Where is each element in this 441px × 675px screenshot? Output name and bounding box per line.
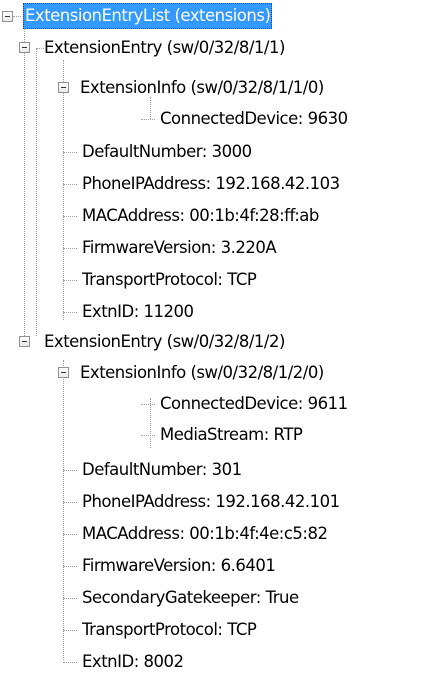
tree-node-extension-entry-1[interactable]: ExtensionEntry (sw/0/32/8/1/1) [42, 35, 287, 61]
tree-node-firmware-version-1[interactable]: FirmwareVersion: 3.220A [80, 235, 278, 261]
tree-connector [63, 312, 77, 313]
collapse-toggle-extension-info-2[interactable] [58, 367, 69, 378]
tree-node-extn-id-1[interactable]: ExtnID: 11200 [80, 299, 195, 325]
tree-node-extn-id-2[interactable]: ExtnID: 8002 [80, 649, 185, 675]
tree-connector [36, 48, 37, 336]
tree-connector [141, 404, 155, 405]
tree-connector [63, 152, 77, 153]
tree-node-media-stream-2[interactable]: MediaStream: RTP [158, 422, 304, 448]
tree-connector [141, 435, 155, 436]
tree-connector [63, 280, 77, 281]
collapse-toggle-entry-1[interactable] [19, 42, 30, 53]
tree-node-mac-address-2[interactable]: MACAddress: 00:1b:4f:4e:c5:82 [80, 521, 329, 547]
tree-connector [63, 502, 77, 503]
tree-connector [24, 48, 25, 336]
tree-connector [63, 630, 77, 631]
tree-node-connected-device-2[interactable]: ConnectedDevice: 9611 [158, 391, 350, 417]
tree-node-phone-ip-2[interactable]: PhoneIPAddress: 192.168.42.101 [80, 489, 342, 515]
tree-connector [150, 398, 151, 448]
tree-connector [63, 662, 77, 663]
tree-connector [63, 534, 77, 535]
tree-node-extension-info-2[interactable]: ExtensionInfo (sw/0/32/8/1/2/0) [78, 360, 326, 386]
tree-connector [63, 360, 64, 660]
tree-connector [63, 184, 77, 185]
tree-connector [63, 470, 77, 471]
collapse-toggle-root[interactable] [2, 11, 13, 22]
tree-connector [13, 16, 21, 17]
tree-node-transport-protocol-2[interactable]: TransportProtocol: TCP [80, 617, 258, 643]
tree-connector [63, 216, 77, 217]
tree-node-root[interactable]: ExtensionEntryList (extensions) [23, 3, 273, 29]
tree-node-default-number-1[interactable]: DefaultNumber: 3000 [80, 139, 254, 165]
tree-connector [63, 566, 77, 567]
tree-connector [63, 248, 77, 249]
tree-node-firmware-version-2[interactable]: FirmwareVersion: 6.6401 [80, 553, 277, 579]
tree-node-default-number-2[interactable]: DefaultNumber: 301 [80, 457, 244, 483]
tree-node-connected-device-1[interactable]: ConnectedDevice: 9630 [158, 106, 350, 132]
collapse-toggle-extension-info-1[interactable] [58, 82, 69, 93]
tree-node-secondary-gatekeeper-2[interactable]: SecondaryGatekeeper: True [80, 585, 301, 611]
tree-view[interactable]: ExtensionEntryList (extensions) Extensio… [0, 0, 441, 675]
tree-node-extension-info-1[interactable]: ExtensionInfo (sw/0/32/8/1/1/0) [78, 75, 326, 101]
tree-connector [63, 60, 64, 320]
tree-connector [141, 119, 155, 120]
tree-node-phone-ip-1[interactable]: PhoneIPAddress: 192.168.42.103 [80, 171, 342, 197]
tree-node-mac-address-1[interactable]: MACAddress: 00:1b:4f:28:ff:ab [80, 203, 321, 229]
tree-node-transport-protocol-1[interactable]: TransportProtocol: TCP [80, 267, 258, 293]
tree-node-extension-entry-2[interactable]: ExtensionEntry (sw/0/32/8/1/2) [42, 329, 287, 355]
tree-connector [63, 598, 77, 599]
collapse-toggle-entry-2[interactable] [19, 336, 30, 347]
